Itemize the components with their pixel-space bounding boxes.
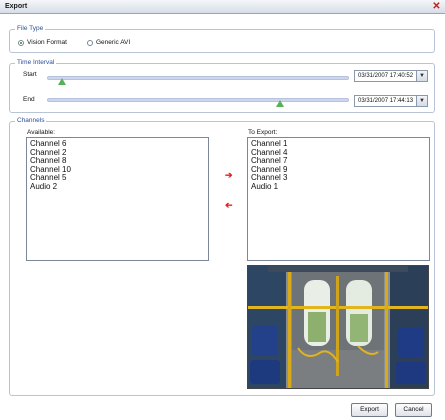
start-datetime-picker[interactable]: 03/31/2007 17:40:52 ▼ (354, 70, 428, 82)
time-interval-legend: Time Interval (15, 59, 57, 66)
video-preview-image (248, 266, 428, 388)
video-preview (247, 265, 429, 389)
radio-selected-icon (18, 39, 24, 46)
export-button[interactable]: Export (351, 403, 388, 417)
move-right-arrow-icon[interactable]: ➔ (225, 171, 233, 180)
list-item[interactable]: Audio 2 (30, 182, 205, 192)
close-icon[interactable]: ✕ (431, 1, 442, 12)
start-slider-track[interactable] (47, 76, 349, 80)
radio-vision-format[interactable]: Vision Format (18, 39, 67, 46)
end-slider-track[interactable] (47, 98, 349, 102)
radio-vision-format-label: Vision Format (27, 39, 67, 46)
export-dialog: Export ✕ File Type Vision Format Generic… (0, 0, 445, 420)
available-title: Available: (27, 129, 56, 136)
end-label: End (23, 96, 35, 103)
start-label: Start (23, 71, 37, 78)
window-title: Export (5, 3, 28, 10)
radio-generic-avi-label: Generic AVI (96, 39, 131, 46)
end-datetime-value: 03/31/2007 17:44:13 (358, 98, 414, 104)
channels-legend: Channels (15, 117, 47, 124)
time-interval-group: Time Interval Start 03/31/2007 17:40:52 … (9, 59, 435, 113)
file-type-group: File Type Vision Format Generic AVI (9, 25, 435, 53)
radio-generic-avi[interactable]: Generic AVI (87, 39, 130, 46)
list-item[interactable]: Audio 1 (251, 182, 426, 192)
end-slider-thumb[interactable] (275, 100, 284, 107)
to-export-title: To Export: (248, 129, 278, 136)
end-datetime-picker[interactable]: 03/31/2007 17:44:13 ▼ (354, 95, 428, 107)
file-type-legend: File Type (15, 25, 46, 32)
start-dropdown-chevron-icon[interactable]: ▼ (416, 71, 427, 81)
to-export-list[interactable]: Channel 1 Channel 4 Channel 7 Channel 9 … (247, 137, 430, 261)
cancel-button[interactable]: Cancel (395, 403, 432, 417)
radio-unselected-icon (87, 39, 93, 46)
move-left-arrow-icon[interactable]: ➔ (225, 200, 233, 210)
start-datetime-value: 03/31/2007 17:40:52 (358, 73, 414, 79)
start-slider-thumb[interactable] (58, 78, 67, 85)
end-dropdown-chevron-icon[interactable]: ▼ (416, 96, 427, 106)
title-bar: Export ✕ (0, 0, 445, 14)
available-list[interactable]: Channel 6 Channel 2 Channel 8 Channel 10… (26, 137, 209, 261)
